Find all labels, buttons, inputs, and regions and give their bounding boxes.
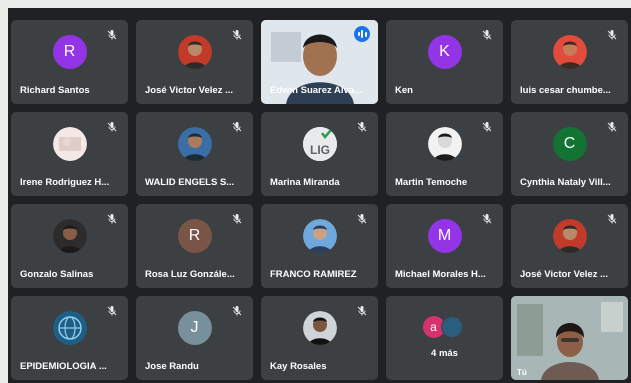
participant-tile[interactable]: Edwin Suarez Alva... — [261, 20, 378, 104]
speaking-indicator-icon — [354, 26, 370, 42]
participant-tile[interactable]: José Victor Velez ... — [136, 20, 253, 104]
participant-tile[interactable]: Martin Temoche — [386, 112, 503, 196]
participant-tile[interactable]: Irene Rodriguez H... — [11, 112, 128, 196]
mic-off-icon — [231, 120, 243, 132]
participant-name: José Victor Velez ... — [520, 269, 609, 280]
avatar: M — [427, 219, 462, 253]
mic-off-icon — [106, 304, 118, 316]
avatar — [52, 127, 87, 161]
avatar: C — [552, 127, 587, 161]
participant-name: Cynthia Nataly Vill... — [520, 177, 611, 188]
self-label: Tú — [517, 368, 527, 377]
participant-name: Richard Santos — [20, 85, 90, 96]
avatar — [177, 35, 212, 69]
participant-tile[interactable]: FRANCO RAMIREZ — [261, 204, 378, 288]
participant-name: Irene Rodriguez H... — [20, 177, 110, 188]
mic-off-icon — [481, 212, 493, 224]
participant-name: Rosa Luz Gonzále... — [145, 269, 235, 280]
mic-off-icon — [481, 120, 493, 132]
mic-off-icon — [106, 212, 118, 224]
avatar — [52, 219, 87, 253]
participant-tile[interactable]: WALID ENGELS S... — [136, 112, 253, 196]
more-participants-label: 4 más — [431, 348, 458, 359]
avatar: R — [177, 219, 212, 253]
participant-tile[interactable]: EPIDEMIOLOGIA ... — [11, 296, 128, 380]
participant-tile[interactable]: luis cesar chumbe... — [511, 20, 628, 104]
participant-tile[interactable]: Kay Rosales — [261, 296, 378, 380]
svg-text:LIG: LIG — [310, 143, 330, 157]
participant-name: Marina Miranda — [270, 177, 340, 188]
participant-tile[interactable]: K Ken — [386, 20, 503, 104]
avatar — [552, 219, 587, 253]
mic-off-icon — [356, 120, 368, 132]
participant-name: Jose Randu — [145, 361, 199, 372]
mic-off-icon — [606, 120, 618, 132]
participant-name: José Victor Velez ... — [145, 85, 234, 96]
participant-name: luis cesar chumbe... — [520, 85, 611, 96]
participant-tile[interactable]: a 4 más — [386, 296, 503, 380]
participant-name: Michael Morales H... — [395, 269, 486, 280]
participant-tile[interactable]: M Michael Morales H... — [386, 204, 503, 288]
mic-off-icon — [606, 212, 618, 224]
participant-name: Gonzalo Salinas — [20, 269, 94, 280]
avatar — [52, 311, 87, 345]
participant-grid: R Richard Santos José Victor Velez ... Edw… — [11, 20, 628, 380]
participant-name: Kay Rosales — [270, 361, 327, 372]
avatar — [427, 127, 462, 161]
participant-name: Ken — [395, 85, 413, 96]
more-participants-avatars: a — [422, 316, 467, 338]
participant-tile[interactable]: J Jose Randu — [136, 296, 253, 380]
mic-off-icon — [356, 304, 368, 316]
participant-name: WALID ENGELS S... — [145, 177, 235, 188]
self-video — [511, 296, 628, 380]
avatar — [177, 127, 212, 161]
participant-name: Martin Temoche — [395, 177, 468, 188]
mic-off-icon — [106, 28, 118, 40]
participant-name: Edwin Suarez Alva... — [270, 85, 363, 96]
participant-tile[interactable]: Gonzalo Salinas — [11, 204, 128, 288]
avatar: R — [52, 35, 87, 69]
avatar — [302, 311, 337, 345]
lig-logo-icon: LIG — [302, 127, 337, 161]
mic-off-icon — [481, 28, 493, 40]
mic-off-icon — [356, 212, 368, 224]
participant-name: EPIDEMIOLOGIA ... — [20, 361, 107, 372]
participant-name: FRANCO RAMIREZ — [270, 269, 357, 280]
avatar — [552, 35, 587, 69]
self-view-tile[interactable]: Tú — [511, 296, 628, 380]
mic-off-icon — [106, 120, 118, 132]
avatar: K — [427, 35, 462, 69]
window-frame-left — [0, 0, 8, 383]
avatar: J — [177, 311, 212, 345]
window-frame-top — [0, 0, 631, 8]
participant-tile[interactable]: C Cynthia Nataly Vill... — [511, 112, 628, 196]
mic-off-icon — [231, 304, 243, 316]
participant-tile[interactable]: LIG Marina Miranda — [261, 112, 378, 196]
participant-tile[interactable]: R Richard Santos — [11, 20, 128, 104]
avatar — [302, 219, 337, 253]
participant-tile[interactable]: José Victor Velez ... — [511, 204, 628, 288]
participant-tile[interactable]: R Rosa Luz Gonzále... — [136, 204, 253, 288]
mic-off-icon — [231, 28, 243, 40]
mic-off-icon — [606, 28, 618, 40]
globe-icon — [440, 316, 463, 338]
mic-off-icon — [231, 212, 243, 224]
